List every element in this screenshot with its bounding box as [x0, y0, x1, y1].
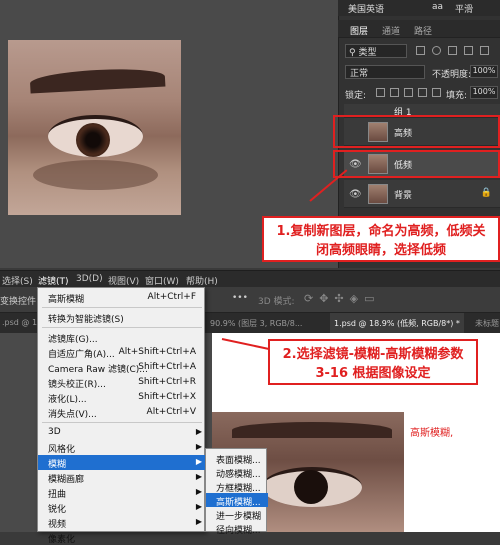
submenu-arrow-icon: ▶ — [195, 502, 202, 511]
panel-tabs: 图层 通道 路径 — [338, 20, 500, 38]
lock-icons — [376, 88, 441, 97]
submenu-item-motion-blur[interactable]: 动感模糊... — [206, 465, 268, 480]
antialias-select[interactable]: 平滑 — [455, 2, 473, 15]
fill-field[interactable]: 100% — [470, 86, 498, 99]
lock-transparent-icon[interactable] — [376, 88, 385, 97]
lock-image-icon[interactable] — [390, 88, 399, 97]
menu-item-blur[interactable]: 模糊 ▶ — [38, 455, 206, 470]
transform-controls-label: 变换控件 — [0, 297, 37, 307]
doc-tab-active[interactable]: 1.psd @ 18.9% (低频, RGB/8*) * — [330, 313, 464, 333]
lock-all-icon[interactable] — [432, 88, 441, 97]
lock-position-icon[interactable] — [404, 88, 413, 97]
callout-step1: 1.复制新图层，命名为高频，低频关闭高频眼睛，选择低频 — [262, 216, 500, 262]
menu-item-adaptive-wide[interactable]: 自适应广角(A)... Alt+Shift+Ctrl+A — [38, 345, 206, 360]
menu-item-lens-correction[interactable]: 镜头校正(R)... Shift+Ctrl+R — [38, 375, 206, 390]
tab-paths[interactable]: 路径 — [414, 24, 432, 37]
fill-label: 填充: — [446, 91, 468, 101]
menu-help[interactable]: 帮助(H) — [186, 274, 218, 287]
submenu-arrow-icon: ▶ — [195, 442, 202, 451]
highlight-box — [333, 115, 500, 148]
menu-3d[interactable]: 3D(D) — [76, 274, 103, 284]
aa-icon: aa — [432, 2, 444, 12]
doc-tab[interactable]: 未标题 — [475, 318, 499, 329]
blur-submenu: 表面模糊... 动感模糊... 方框模糊... 高斯模糊... 进一步模糊 径向… — [205, 448, 268, 536]
menu-item-camera-raw[interactable]: Camera Raw 滤镜(C)... Shift+Ctrl+A — [38, 360, 206, 375]
menu-window[interactable]: 窗口(W) — [145, 274, 179, 287]
submenu-arrow-icon: ▶ — [195, 517, 202, 526]
menu-item-stylize[interactable]: 风格化 ▶ — [38, 440, 206, 455]
smart-object-filter-icon[interactable] — [480, 46, 489, 55]
3d-tool-icons[interactable]: ⟳✥✣◈▭ — [304, 292, 381, 305]
menu-item-3d[interactable]: 3D ▶ — [38, 425, 206, 440]
submenu-item-box-blur[interactable]: 方框模糊... — [206, 479, 268, 494]
eye-photo — [8, 40, 181, 215]
doc-tab[interactable]: .psd @ 1 — [2, 318, 37, 327]
menu-view[interactable]: 视图(V) — [108, 274, 139, 287]
doc-tab[interactable]: 90.9% (图层 3, RGB/8... — [210, 318, 302, 329]
menu-item-liquify[interactable]: 液化(L)... Shift+Ctrl+X — [38, 390, 206, 405]
callout-step2: 2.选择滤镜-模糊-高斯模糊参数3-16 根据图像设定 — [268, 339, 478, 385]
submenu-item-radial-blur[interactable]: 径向模糊... — [206, 521, 268, 536]
menu-item-blur-gallery[interactable]: 模糊画廊 ▶ — [38, 470, 206, 485]
lock-label: 锁定: — [345, 91, 367, 101]
menu-item-sharpen[interactable]: 锐化 ▶ — [38, 500, 206, 515]
submenu-arrow-icon: ▶ — [195, 472, 202, 481]
filter-menu: 高斯模糊 Alt+Ctrl+F 转换为智能滤镜(S) 滤镜库(G)... 自适应广… — [37, 287, 206, 545]
opacity-label: 不透明度: — [432, 70, 472, 80]
menu-bar: 选择(S) 滤镜(T) 3D(D) 视图(V) 窗口(W) 帮助(H) — [0, 270, 500, 287]
lock-icon: 🔒 — [480, 188, 492, 198]
menu-item-filter-gallery[interactable]: 滤镜库(G)... — [38, 330, 206, 345]
menu-item-distort[interactable]: 扭曲 ▶ — [38, 485, 206, 500]
menu-item-smart-filter[interactable]: 转换为智能滤镜(S) — [38, 310, 206, 325]
opacity-field[interactable]: 100% — [470, 65, 498, 78]
submenu-item-blur-more[interactable]: 进一步模糊 — [206, 507, 268, 522]
submenu-arrow-icon: ▶ — [195, 427, 202, 436]
menu-item-vanishing-point[interactable]: 消失点(V)... Alt+Ctrl+V — [38, 405, 206, 420]
visibility-eye-icon[interactable]: 👁 — [349, 189, 362, 200]
menu-select[interactable]: 选择(S) — [2, 274, 33, 287]
type-filter-icon[interactable] — [448, 46, 457, 55]
language-select[interactable]: 美国英语 — [348, 2, 410, 15]
highlight-box — [333, 150, 500, 178]
pixel-filter-icon[interactable] — [416, 46, 425, 55]
tab-channels[interactable]: 通道 — [382, 24, 400, 37]
gaussian-note: 高斯模糊, — [410, 428, 454, 439]
menu-filter[interactable]: 滤镜(T) — [38, 274, 69, 287]
submenu-item-surface-blur[interactable]: 表面模糊... — [206, 451, 268, 466]
layer-row[interactable]: 👁 背景 🔒 — [344, 180, 500, 208]
tab-layers[interactable]: 图层 — [350, 24, 368, 37]
menu-item-pixelate[interactable]: 像素化 — [38, 530, 206, 545]
submenu-arrow-icon: ▶ — [195, 457, 202, 466]
submenu-arrow-icon: ▶ — [195, 487, 202, 496]
shape-filter-icon[interactable] — [464, 46, 473, 55]
filter-icons — [416, 46, 489, 55]
blend-mode-select[interactable]: 正常 — [345, 65, 425, 79]
lock-artboard-icon[interactable] — [418, 88, 427, 97]
more-options-button[interactable]: ••• — [232, 293, 248, 303]
layer-kind-filter[interactable]: ⚲ 类型 — [345, 44, 407, 58]
submenu-item-gaussian-blur[interactable]: 高斯模糊... — [206, 493, 268, 508]
adjustment-filter-icon[interactable] — [432, 46, 441, 55]
menu-item-last-filter[interactable]: 高斯模糊 Alt+Ctrl+F — [38, 290, 206, 305]
menu-item-video[interactable]: 视频 ▶ — [38, 515, 206, 530]
3d-mode-label: 3D 模式: — [258, 297, 295, 307]
layer-thumbnail — [368, 184, 388, 204]
